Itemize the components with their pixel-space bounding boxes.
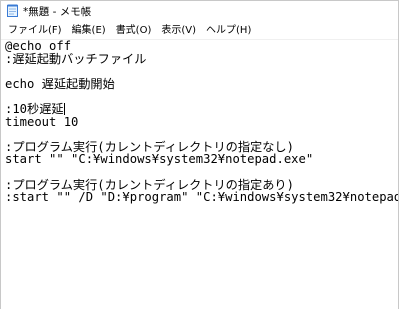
editor-line: :start "" /D "D:¥program" "C:¥windows¥sy… (5, 190, 398, 205)
notepad-icon (7, 4, 18, 17)
editor-line: echo 遅延起動開始 (5, 76, 115, 91)
menu-help[interactable]: ヘルプ(H) (201, 21, 256, 40)
menu-edit[interactable]: 編集(E) (67, 21, 111, 40)
menu-format[interactable]: 書式(O) (111, 21, 157, 40)
menu-file[interactable]: ファイル(F) (3, 21, 67, 40)
title-bar[interactable]: *無題 - メモ帳 (1, 1, 398, 21)
menu-view[interactable]: 表示(V) (156, 21, 201, 40)
editor-line: :遅延起動バッチファイル (5, 51, 147, 66)
window-title: *無題 - メモ帳 (23, 6, 92, 18)
notepad-window: *無題 - メモ帳 ファイル(F) 編集(E) 書式(O) 表示(V) ヘルプ(… (0, 0, 399, 310)
editor-line: timeout 10 (5, 114, 79, 129)
editor-line: start "" "C:¥windows¥system32¥notepad.ex… (5, 152, 314, 167)
menu-bar: ファイル(F) 編集(E) 書式(O) 表示(V) ヘルプ(H) (1, 21, 398, 40)
text-editor[interactable]: @echo off :遅延起動バッチファイル echo 遅延起動開始 :10秒遅… (1, 40, 398, 310)
text-caret (63, 102, 65, 115)
